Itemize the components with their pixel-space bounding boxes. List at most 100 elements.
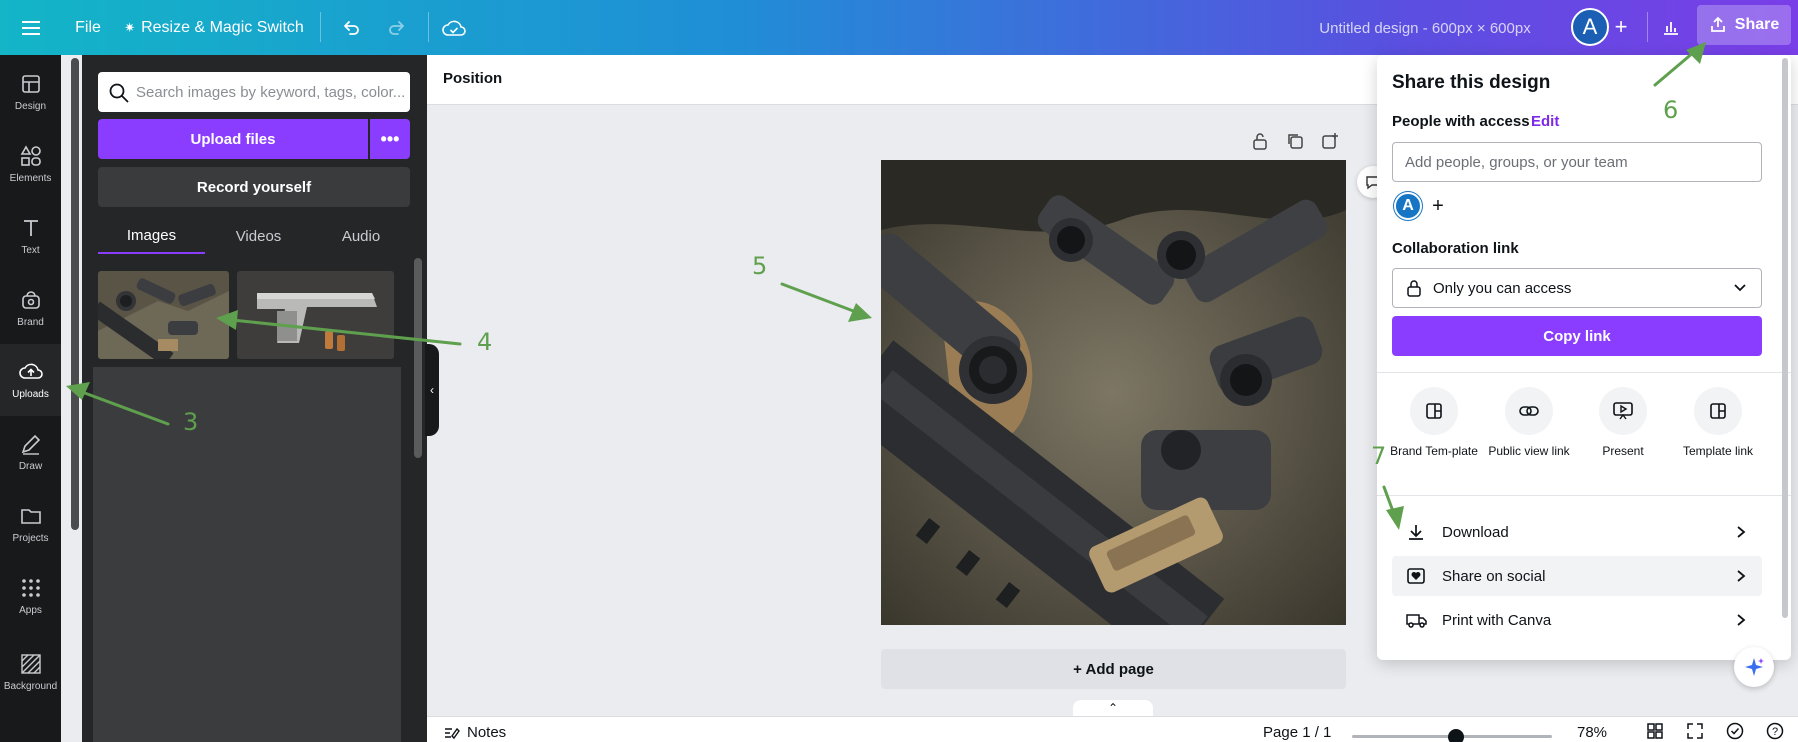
background-pattern-icon bbox=[20, 654, 41, 674]
share-divider bbox=[1377, 495, 1791, 496]
panel-scrollbar[interactable] bbox=[414, 258, 422, 458]
zoom-slider[interactable] bbox=[1352, 728, 1552, 742]
lock-icon[interactable] bbox=[1249, 130, 1271, 152]
rail-item-uploads[interactable]: Uploads bbox=[0, 344, 61, 416]
rail-label: Elements bbox=[9, 173, 52, 184]
share-scrollbar[interactable] bbox=[1782, 58, 1788, 618]
rail-item-background[interactable]: Background bbox=[0, 636, 61, 708]
user-avatar[interactable]: A bbox=[1571, 8, 1609, 46]
rail-item-apps[interactable]: Apps bbox=[0, 560, 61, 632]
annotation-number: 7 bbox=[1371, 442, 1387, 470]
option-public-view-link[interactable]: Public view link bbox=[1482, 387, 1576, 459]
uploaded-image-scopes[interactable] bbox=[98, 271, 229, 359]
rail-item-draw[interactable]: Draw bbox=[0, 416, 61, 488]
redo-icon[interactable] bbox=[382, 13, 412, 43]
notes-button[interactable]: Notes bbox=[443, 724, 506, 741]
file-menu-button[interactable]: File bbox=[68, 14, 108, 42]
document-title-text: Untitled design - 600px × 600px bbox=[1319, 19, 1531, 37]
option-label: Brand Tem-plate bbox=[1390, 444, 1478, 458]
record-yourself-button[interactable]: Record yourself bbox=[98, 167, 410, 207]
uploaded-image-pistol[interactable] bbox=[237, 271, 394, 359]
rail-item-design[interactable]: Design bbox=[0, 56, 61, 128]
share-title: Share this design bbox=[1392, 72, 1550, 94]
help-icon[interactable]: ? bbox=[1766, 722, 1784, 742]
upload-more-button[interactable]: ••• bbox=[370, 119, 410, 159]
brand-template-icon bbox=[1410, 387, 1458, 435]
chevron-right-icon bbox=[1737, 570, 1746, 582]
edit-access-link[interactable]: Edit bbox=[1531, 113, 1559, 130]
check-circle-icon[interactable] bbox=[1726, 722, 1744, 742]
rail-item-text[interactable]: Text bbox=[0, 200, 61, 272]
collapse-panel-button[interactable]: ‹ bbox=[425, 344, 439, 436]
tab-label: Audio bbox=[341, 227, 381, 245]
add-page-button[interactable]: + Add page bbox=[881, 649, 1346, 689]
template-link-icon bbox=[1694, 387, 1742, 435]
rail-label: Brand bbox=[17, 317, 44, 328]
share-button[interactable]: Share bbox=[1697, 5, 1791, 45]
copy-link-button[interactable]: Copy link bbox=[1392, 316, 1762, 356]
tab-audio[interactable]: Audio bbox=[312, 218, 410, 254]
apps-grid-icon bbox=[21, 579, 40, 597]
analytics-icon[interactable] bbox=[1654, 10, 1688, 44]
rail-item-projects[interactable]: Projects bbox=[0, 488, 61, 560]
collaborator-avatar[interactable]: A bbox=[1394, 192, 1422, 220]
rail-item-brand[interactable]: Brand bbox=[0, 272, 61, 344]
zoom-level[interactable]: 78% bbox=[1577, 724, 1607, 741]
upload-files-button[interactable]: Upload files bbox=[98, 119, 368, 159]
option-label: Public view link bbox=[1488, 444, 1570, 458]
invite-plus-icon[interactable]: + bbox=[1606, 12, 1636, 42]
edit-label: Edit bbox=[1531, 113, 1560, 130]
option-brand-template[interactable]: Brand Tem-plate bbox=[1387, 387, 1481, 459]
cloud-save-icon[interactable] bbox=[438, 12, 470, 44]
share-on-social-row[interactable]: Share on social bbox=[1392, 556, 1762, 596]
search-input[interactable]: Search images by keyword, tags, color... bbox=[98, 72, 410, 112]
elements-icon bbox=[20, 145, 41, 166]
grid-view-icon[interactable] bbox=[1646, 722, 1664, 742]
heart-social-icon bbox=[1407, 568, 1425, 584]
option-label: Present bbox=[1602, 444, 1644, 458]
tab-images[interactable]: Images bbox=[98, 218, 205, 254]
page-indicator[interactable]: Page 1 / 1 bbox=[1263, 724, 1331, 741]
document-title[interactable]: Untitled design - 600px × 600px bbox=[1300, 14, 1550, 42]
record-label: Record yourself bbox=[196, 178, 312, 196]
resize-magic-switch-button[interactable]: ✷ Resize & Magic Switch bbox=[124, 14, 304, 42]
option-present[interactable]: Present bbox=[1576, 387, 1670, 459]
download-row[interactable]: Download bbox=[1392, 512, 1762, 552]
show-pages-button[interactable]: ⌃ bbox=[1073, 700, 1153, 716]
zoom-thumb[interactable] bbox=[1448, 729, 1464, 742]
uploads-cloud-icon bbox=[18, 363, 43, 379]
download-label: Download bbox=[1442, 523, 1509, 541]
add-collaborator-plus-icon[interactable]: + bbox=[1426, 194, 1450, 218]
add-page-icon[interactable] bbox=[1319, 130, 1341, 152]
share-social-label: Share on social bbox=[1442, 567, 1546, 585]
rail-label: Draw bbox=[18, 461, 43, 472]
people-access-text: People with access bbox=[1392, 113, 1530, 130]
topbar-divider bbox=[428, 12, 429, 42]
access-value: Only you can access bbox=[1433, 279, 1572, 297]
tab-videos[interactable]: Videos bbox=[205, 218, 312, 254]
position-button[interactable]: Position bbox=[443, 70, 502, 87]
rail-scrollbar[interactable] bbox=[71, 58, 79, 530]
zoom-level-text: 78% bbox=[1577, 724, 1608, 741]
notes-pen-icon bbox=[445, 727, 460, 739]
menu-icon[interactable] bbox=[16, 14, 46, 42]
fullscreen-icon[interactable] bbox=[1686, 722, 1704, 742]
option-template-link[interactable]: Template link bbox=[1671, 387, 1765, 459]
brand-icon bbox=[21, 291, 40, 309]
rail-label: Apps bbox=[19, 605, 42, 616]
text-icon bbox=[23, 220, 38, 236]
print-with-canva-row[interactable]: Print with Canva bbox=[1392, 600, 1762, 640]
notes-label: Notes bbox=[467, 724, 507, 741]
rail-item-elements[interactable]: Elements bbox=[0, 128, 61, 200]
link-access-select[interactable]: Only you can access bbox=[1392, 268, 1762, 308]
duplicate-icon[interactable] bbox=[1284, 130, 1306, 152]
magic-assistant-button[interactable] bbox=[1734, 647, 1774, 687]
resize-label: Resize & Magic Switch bbox=[141, 19, 304, 36]
svg-text:?: ? bbox=[1772, 726, 1778, 738]
share-label: Share bbox=[1734, 16, 1780, 33]
design-canvas-image[interactable] bbox=[881, 160, 1346, 625]
undo-icon[interactable] bbox=[336, 13, 366, 43]
collab-link-text: Collaboration link bbox=[1392, 240, 1519, 257]
rail-label: Text bbox=[21, 245, 40, 256]
add-people-input[interactable]: Add people, groups, or your team bbox=[1392, 142, 1762, 182]
